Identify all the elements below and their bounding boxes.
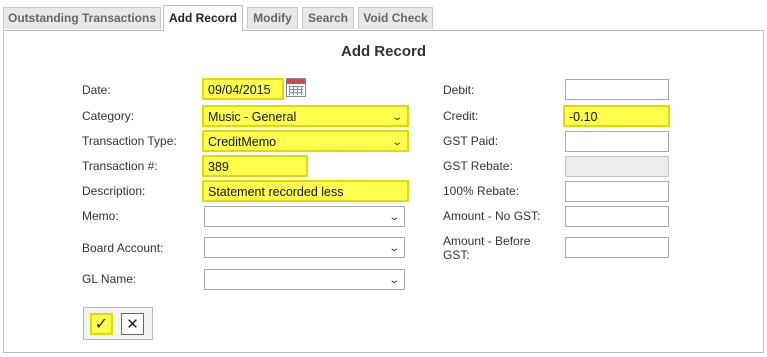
- close-icon: ✕: [126, 315, 139, 333]
- transaction-number-field[interactable]: 389: [202, 155, 308, 177]
- memo-select[interactable]: ⌄: [204, 206, 405, 227]
- amount-before-gst-label-line1: Amount - Before: [443, 234, 531, 248]
- rebate-100-field[interactable]: [565, 181, 669, 202]
- rebate-100-label: 100% Rebate:: [443, 184, 520, 198]
- amount-no-gst-label: Amount - No GST:: [443, 209, 541, 223]
- chevron-down-icon: ⌄: [387, 275, 400, 286]
- transaction-type-value: CreditMemo: [208, 135, 277, 149]
- description-field[interactable]: Statement recorded less: [202, 180, 409, 202]
- transaction-type-select[interactable]: CreditMemo ⌄: [202, 130, 409, 152]
- board-account-select[interactable]: ⌄: [204, 237, 405, 258]
- save-button[interactable]: ✓: [90, 313, 113, 335]
- transaction-number-label: Transaction #:: [82, 159, 158, 173]
- page-title: Add Record: [340, 43, 426, 60]
- amount-before-gst-field[interactable]: [565, 237, 669, 258]
- gl-name-select[interactable]: ⌄: [204, 269, 405, 290]
- chevron-down-icon: ⌄: [390, 137, 403, 148]
- gst-rebate-field: [565, 156, 669, 177]
- transaction-type-label: Transaction Type:: [82, 134, 177, 148]
- credit-value: -0.10: [569, 110, 598, 124]
- amount-before-gst-label-line2: GST:: [443, 248, 470, 262]
- tab-void-check[interactable]: Void Check: [358, 7, 433, 29]
- cancel-button[interactable]: ✕: [121, 313, 144, 335]
- category-select[interactable]: Music - General ⌄: [202, 105, 409, 127]
- gst-rebate-label: GST Rebate:: [443, 159, 513, 173]
- amount-before-gst-label: Amount - Before GST:: [443, 234, 530, 262]
- amount-no-gst-field[interactable]: [565, 206, 669, 227]
- chevron-down-icon: ⌄: [390, 112, 403, 123]
- calendar-icon[interactable]: [286, 78, 306, 97]
- date-field[interactable]: 09/04/2015: [202, 78, 284, 100]
- description-label: Description:: [82, 184, 146, 198]
- tab-bar: Outstanding Transactions Add Record Modi…: [0, 0, 767, 31]
- date-value: 09/04/2015: [208, 83, 271, 97]
- credit-label: Credit:: [443, 109, 479, 123]
- tab-modify[interactable]: Modify: [247, 7, 298, 29]
- category-value: Music - General: [208, 110, 297, 124]
- gst-paid-field[interactable]: [565, 131, 669, 152]
- gst-paid-label: GST Paid:: [443, 134, 499, 148]
- tab-outstanding-transactions[interactable]: Outstanding Transactions: [3, 7, 161, 29]
- action-buttons: ✓ ✕: [83, 307, 153, 340]
- add-record-panel: Add Record Date: 09/04/2015 Category: Mu…: [3, 30, 764, 353]
- date-label: Date:: [82, 83, 111, 97]
- board-account-label: Board Account:: [82, 241, 164, 255]
- debit-label: Debit:: [443, 83, 475, 97]
- check-icon: ✓: [94, 314, 109, 333]
- tab-search[interactable]: Search: [302, 7, 354, 29]
- category-label: Category:: [82, 109, 135, 123]
- tab-add-record[interactable]: Add Record: [163, 5, 243, 31]
- chevron-down-icon: ⌄: [387, 212, 400, 223]
- gl-name-label: GL Name:: [82, 272, 137, 286]
- credit-field[interactable]: -0.10: [563, 105, 670, 127]
- transaction-number-value: 389: [208, 160, 229, 174]
- debit-field[interactable]: [565, 79, 669, 100]
- memo-label: Memo:: [82, 209, 119, 223]
- description-value: Statement recorded less: [208, 185, 344, 199]
- chevron-down-icon: ⌄: [387, 243, 400, 254]
